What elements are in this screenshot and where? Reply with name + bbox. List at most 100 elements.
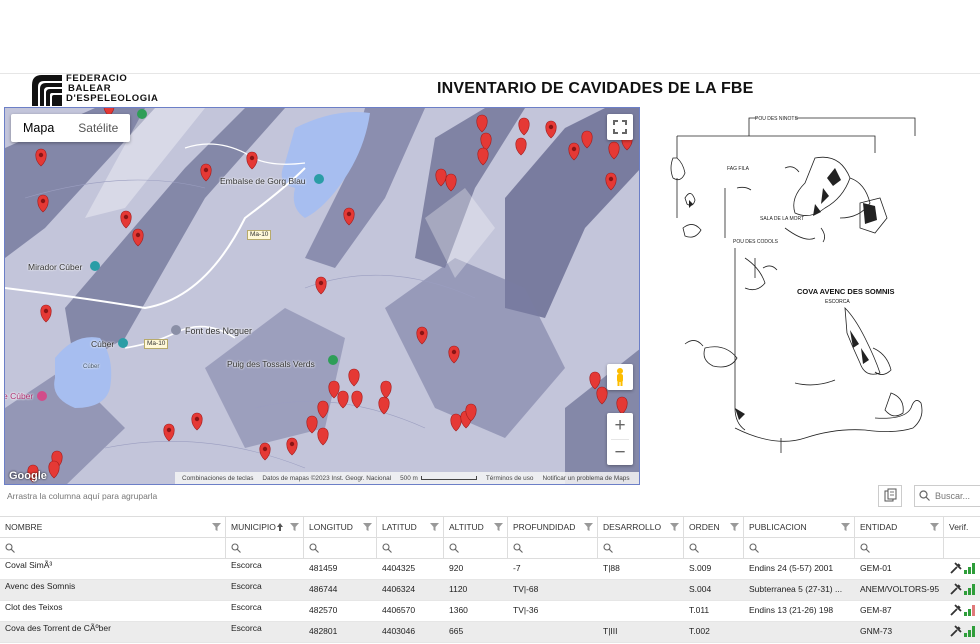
- cell-municipio: Escorca: [231, 560, 262, 570]
- cell-profundidad: TV|-36: [513, 605, 539, 615]
- column-header-profundidad[interactable]: PROFUNDIDAD: [508, 517, 598, 539]
- tools-icon: [950, 583, 962, 595]
- filter-icon[interactable]: [841, 523, 850, 531]
- filter-icon[interactable]: [212, 523, 221, 531]
- column-header-publicacion[interactable]: PUBLICACION: [744, 517, 855, 539]
- cell-desarrollo: [598, 580, 684, 601]
- cell-publicacion: Subterranea 5 (27-31) ...: [749, 584, 843, 594]
- cell-altitud: 920: [449, 563, 464, 573]
- street-view-button[interactable]: [607, 364, 633, 390]
- map-type-control: Mapa Satélite: [11, 114, 131, 142]
- fbe-logo: FEDERACIO BALEAR D'ESPELEOLOGIA: [30, 73, 159, 107]
- label-font-des-noguer: Font des Noguer: [185, 326, 253, 336]
- road-label-1: Ma-10: [247, 230, 272, 240]
- logo-line-3: D'ESPELEOLOGIA: [66, 93, 159, 104]
- column-header-verif[interactable]: Verif.: [944, 517, 980, 539]
- label-puig: Puig des Tossals Verds: [227, 359, 315, 369]
- cell-nombre: Cova des Torrent de CÃºber: [5, 623, 111, 633]
- map-type-map[interactable]: Mapa: [11, 114, 66, 142]
- search-icon: [5, 543, 15, 553]
- filter-cell-publicacion[interactable]: [744, 538, 855, 559]
- cell-nombre: Clot des Teixos: [5, 602, 63, 612]
- cell-entidad: GNM-73: [860, 626, 893, 636]
- report-problem-link[interactable]: Notificar un problema de Maps: [542, 475, 629, 482]
- cell-orden: T.011: [689, 605, 710, 615]
- tools-icon: [950, 625, 962, 637]
- cave-map[interactable]: Embalse de Gorg Blau Mirador Cúber Font …: [4, 107, 640, 485]
- column-chooser-button[interactable]: [878, 485, 902, 507]
- filter-cell-orden[interactable]: [684, 538, 744, 559]
- cell-entidad: GEM-01: [860, 563, 892, 573]
- column-header-municipio[interactable]: MUNICIPIO: [226, 517, 304, 539]
- filter-icon[interactable]: [363, 523, 372, 531]
- cell-profundidad: -7: [513, 563, 521, 573]
- cell-latitud: 4404325: [382, 563, 416, 573]
- table-row[interactable]: Clot des Teixos Escorca 482570 4406570 1…: [0, 601, 980, 622]
- zoom-control: + −: [607, 413, 633, 465]
- cell-longitud: 482570: [309, 605, 338, 615]
- label-mirador: Mirador Cúber: [28, 262, 83, 272]
- map-footer: Combinaciones de teclas Datos de mapas ©…: [175, 472, 639, 484]
- filter-cell-desarrollo[interactable]: [598, 538, 684, 559]
- filter-icon[interactable]: [670, 523, 679, 531]
- column-header-entidad[interactable]: ENTIDAD: [855, 517, 944, 539]
- fullscreen-button[interactable]: [607, 114, 633, 140]
- column-header-label: PUBLICACION: [749, 522, 807, 532]
- cell-profundidad: [508, 622, 598, 643]
- filter-cell-latitud[interactable]: [377, 538, 444, 559]
- fullscreen-icon: [613, 120, 627, 134]
- label-embalse: Embalse de Gorg Blau: [220, 176, 306, 186]
- filter-cell-verif[interactable]: [944, 538, 980, 559]
- cell-desarrollo: T|III: [603, 626, 618, 636]
- column-header-label: PROFUNDIDAD: [513, 522, 576, 532]
- filter-cell-profundidad[interactable]: [508, 538, 598, 559]
- search-icon: [749, 543, 759, 553]
- map-type-satellite[interactable]: Satélite: [66, 114, 130, 142]
- column-header-desarrollo[interactable]: DESARROLLO: [598, 517, 684, 539]
- verification-status: [950, 583, 976, 595]
- filter-icon[interactable]: [584, 523, 593, 531]
- search-icon: [513, 543, 523, 553]
- column-header-longitud[interactable]: LONGITUD: [304, 517, 377, 539]
- cell-profundidad: TV|-68: [513, 584, 539, 594]
- filter-icon[interactable]: [494, 523, 503, 531]
- cell-desarrollo: T|88: [603, 563, 620, 573]
- label-cuber-small: Cúber: [83, 364, 100, 370]
- zoom-in-button[interactable]: +: [607, 413, 633, 439]
- cell-altitud: 1120: [449, 584, 468, 594]
- filter-cell-longitud[interactable]: [304, 538, 377, 559]
- filter-icon[interactable]: [290, 523, 299, 531]
- filter-icon[interactable]: [930, 523, 939, 531]
- survey-title: COVA AVENC DES SOMNIS: [797, 287, 895, 296]
- column-header-latitud[interactable]: LATITUD: [377, 517, 444, 539]
- table-row[interactable]: Coval SimÃ³ Escorca 481459 4404325 920 -…: [0, 559, 980, 580]
- filter-icon[interactable]: [730, 523, 739, 531]
- table-row[interactable]: Avenc des Somnis Escorca 486744 4406324 …: [0, 580, 980, 601]
- search-icon: [860, 543, 870, 553]
- terrain-layer: [5, 108, 639, 484]
- zoom-out-button[interactable]: −: [607, 440, 633, 466]
- filter-cell-entidad[interactable]: [855, 538, 944, 559]
- scale-bar: [420, 475, 477, 480]
- keyboard-shortcuts-link[interactable]: Combinaciones de teclas: [182, 475, 253, 482]
- column-header-label: MUNICIPIO: [231, 522, 276, 532]
- column-header-label: ALTITUD: [449, 522, 484, 532]
- column-header-nombre[interactable]: NOMBRE: [0, 517, 226, 539]
- filter-cell-municipio[interactable]: [226, 538, 304, 559]
- table-row[interactable]: Cova des Torrent de CÃºber Escorca 48280…: [0, 622, 980, 643]
- cell-orden: S.009: [689, 563, 712, 573]
- app-root: FEDERACIO BALEAR D'ESPELEOLOGIA INVENTAR…: [0, 0, 980, 644]
- cell-latitud: 4406570: [382, 605, 416, 615]
- filter-cell-altitud[interactable]: [444, 538, 508, 559]
- survey-subtitle: ESCORCA: [825, 299, 850, 305]
- cell-altitud: 1360: [449, 605, 468, 615]
- verification-status: [950, 562, 976, 574]
- cave-survey-drawing: POU DES NINOTS FAG FILA SALA DE LA MORT …: [665, 108, 975, 468]
- filter-cell-nombre[interactable]: [0, 538, 226, 559]
- column-header-orden[interactable]: ORDEN: [684, 517, 744, 539]
- tools-icon: [950, 562, 962, 574]
- terms-link[interactable]: Términos de uso: [486, 475, 534, 482]
- column-header-altitud[interactable]: ALTITUD: [444, 517, 508, 539]
- verification-status: [950, 604, 976, 616]
- filter-icon[interactable]: [430, 523, 439, 531]
